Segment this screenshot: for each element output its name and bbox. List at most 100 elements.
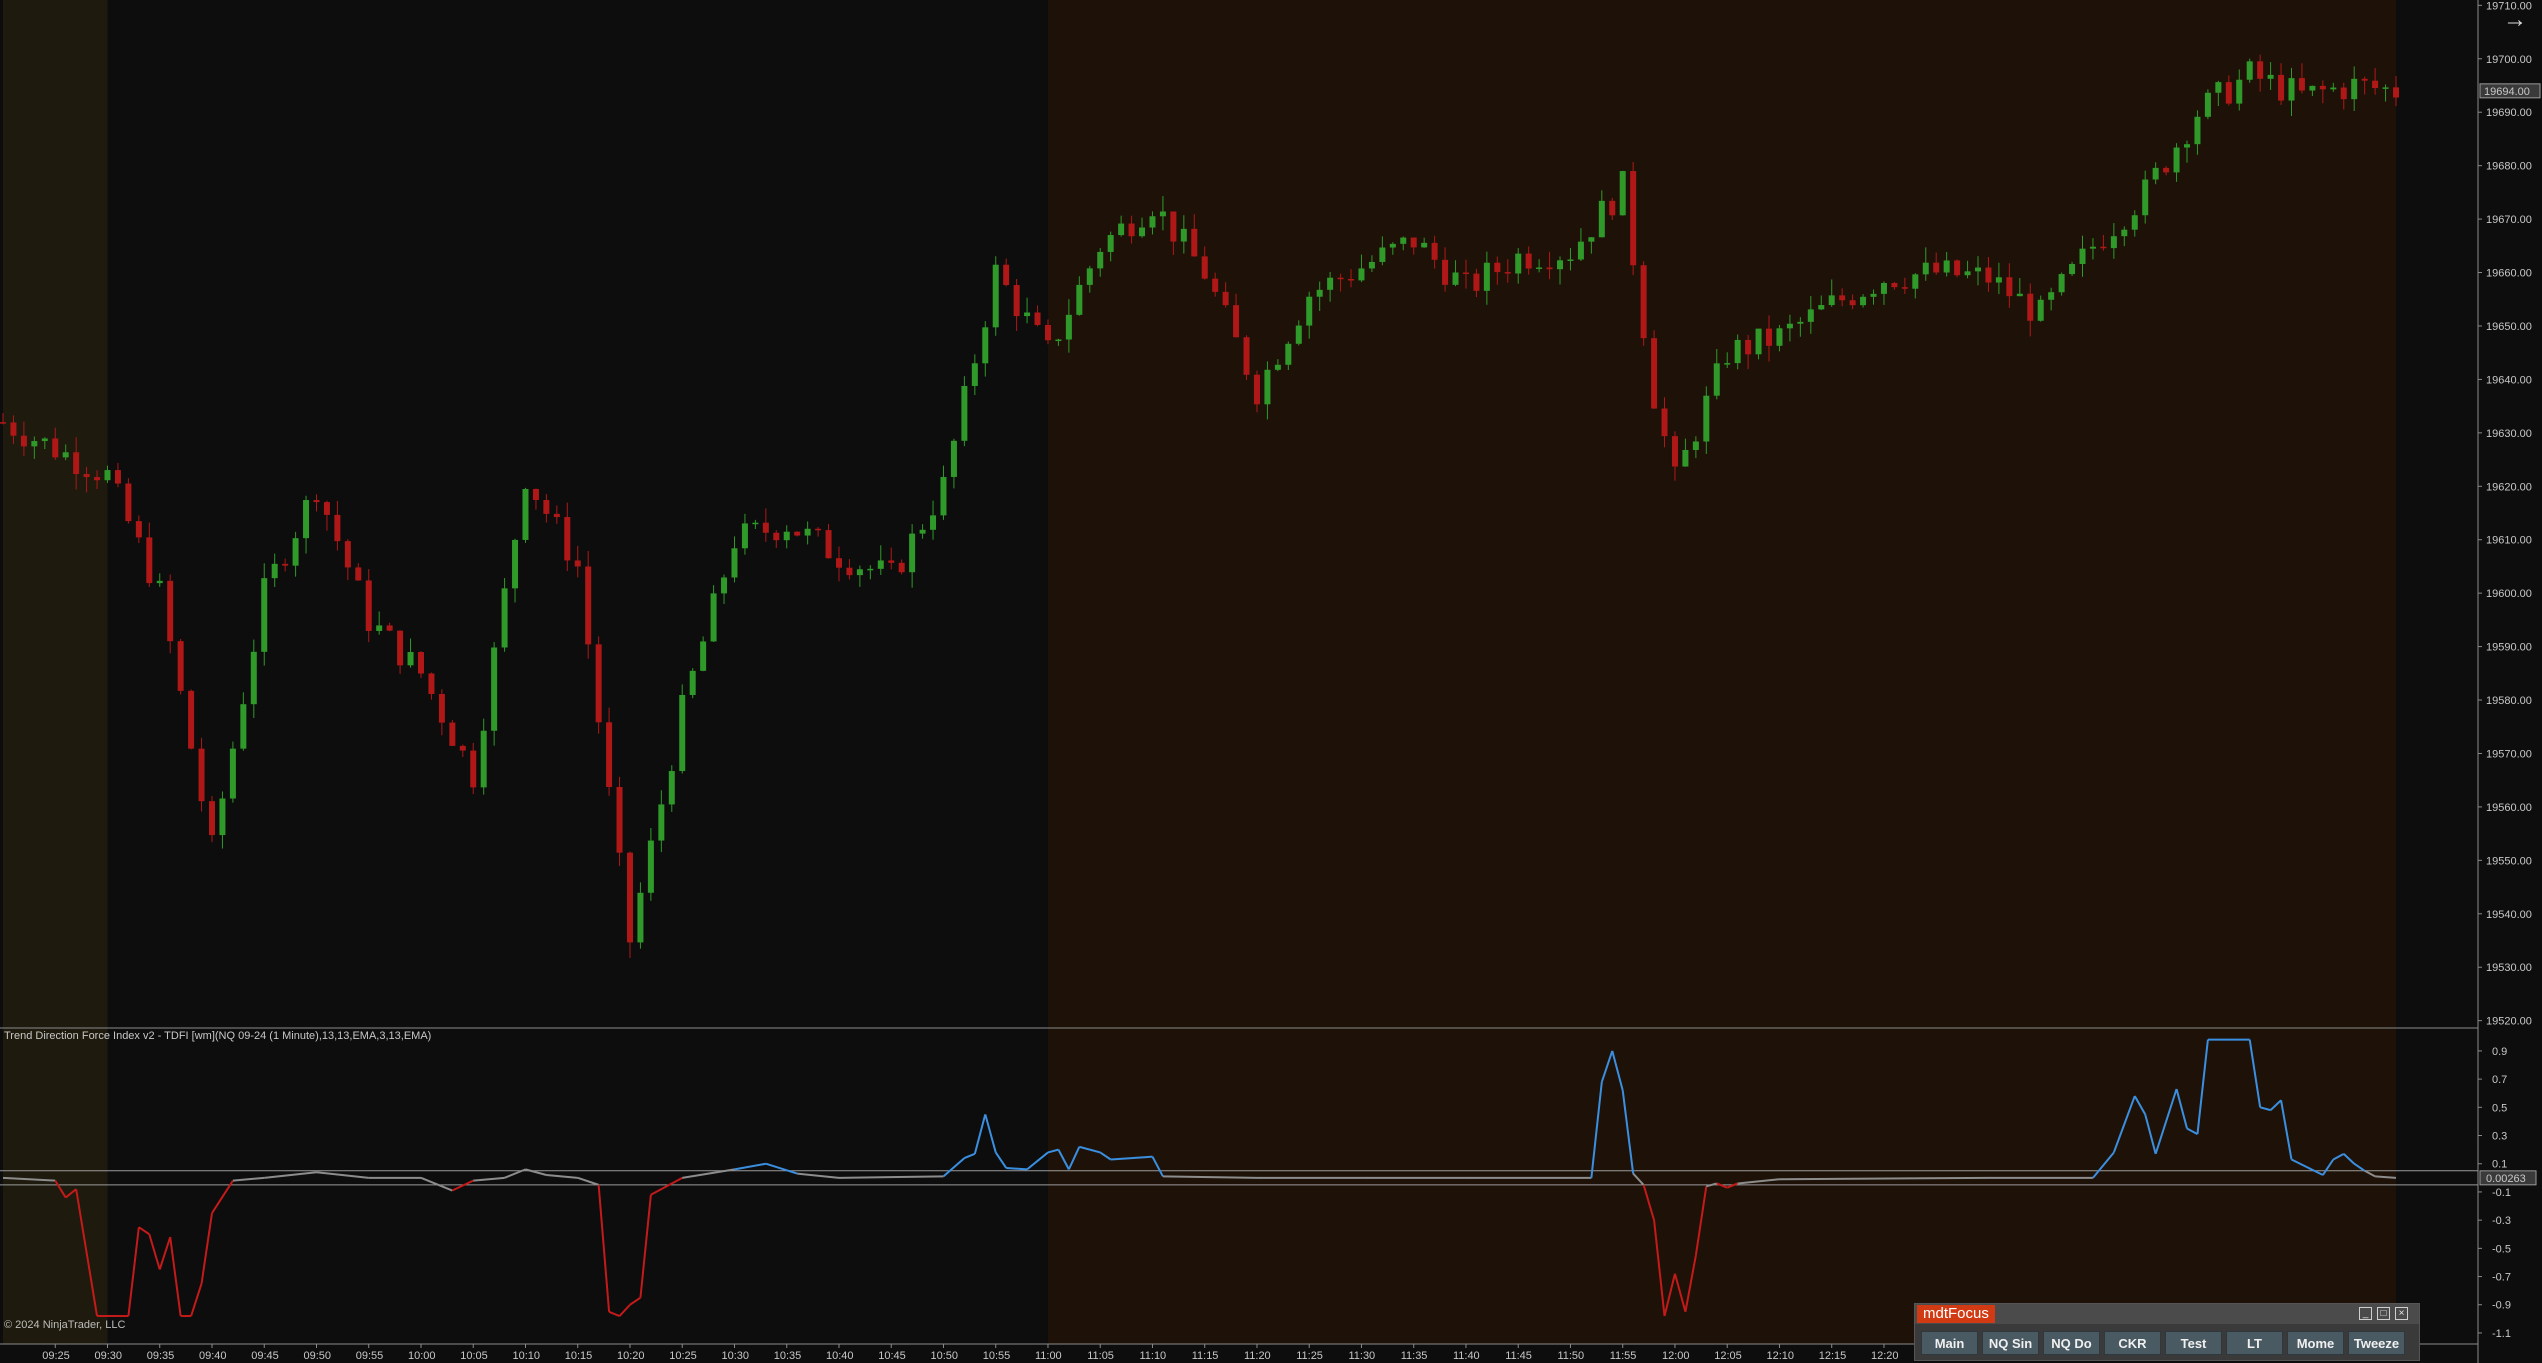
- time-tick-label: 11:40: [1453, 1350, 1480, 1362]
- candle-body: [1619, 171, 1626, 216]
- candle-body: [271, 563, 278, 579]
- time-tick-label: 11:00: [1035, 1350, 1062, 1362]
- main-button[interactable]: Main: [1921, 1331, 1978, 1355]
- candle-body: [1901, 287, 1908, 289]
- candle-body: [1546, 267, 1553, 270]
- candle-body: [1766, 328, 1773, 346]
- time-tick-label: 09:30: [94, 1350, 122, 1362]
- tdfi-segment: [127, 1227, 140, 1317]
- candle-body: [83, 473, 90, 478]
- price-tick-label: 19630.00: [2486, 428, 2532, 440]
- candle-body: [1086, 268, 1093, 285]
- indicator-tick-label: 0.5: [2492, 1102, 2507, 1114]
- time-tick-label: 11:30: [1348, 1350, 1375, 1362]
- candle-body: [2058, 274, 2065, 293]
- time-tick-label: 09:50: [303, 1350, 331, 1362]
- panel-header[interactable]: mdtFocus _ □ ×: [1915, 1304, 2419, 1324]
- candle-body: [491, 647, 498, 731]
- tweeze-button[interactable]: Tweeze: [2348, 1331, 2405, 1355]
- candle-body: [794, 531, 801, 536]
- candle-body: [2225, 82, 2232, 104]
- candle-body: [2288, 78, 2295, 101]
- candle-body: [1933, 262, 1940, 273]
- nq-sin-button[interactable]: NQ Sin: [1982, 1331, 2039, 1355]
- candle-body: [1640, 265, 1647, 339]
- time-tick-label: 10:55: [983, 1350, 1011, 1362]
- indicator-tick-label: -1.1: [2492, 1328, 2511, 1340]
- candle-body: [971, 363, 978, 386]
- tdfi-segment: [639, 1194, 652, 1298]
- candle-body: [407, 652, 414, 666]
- candle-body: [1494, 262, 1501, 273]
- candle-body: [470, 750, 477, 788]
- candle-body: [219, 798, 226, 836]
- time-tick-label: 10:20: [617, 1350, 645, 1362]
- candle-body: [2236, 79, 2243, 104]
- candle-body: [1389, 243, 1396, 248]
- candle-body: [2298, 78, 2305, 91]
- minimize-icon[interactable]: _: [2359, 1307, 2372, 1320]
- candle-body: [177, 641, 184, 691]
- candle-body: [1630, 171, 1637, 266]
- candle-body: [835, 558, 842, 568]
- tdfi-segment: [158, 1236, 172, 1270]
- candle-body: [1891, 283, 1898, 288]
- nq-do-button[interactable]: NQ Do: [2043, 1331, 2100, 1355]
- candle-body: [1264, 369, 1271, 405]
- candle-body: [1807, 309, 1814, 322]
- candle-body: [710, 593, 717, 642]
- candle-body: [877, 560, 884, 569]
- time-tick-label: 10:45: [878, 1350, 906, 1362]
- candle-body: [334, 514, 341, 542]
- candle-body: [31, 441, 38, 447]
- candle-body: [188, 690, 195, 749]
- candle-body: [522, 488, 529, 540]
- candle-body: [501, 588, 508, 648]
- price-tick-label: 19610.00: [2486, 535, 2532, 547]
- time-tick-label: 11:10: [1139, 1350, 1166, 1362]
- time-tick-label: 10:30: [721, 1350, 749, 1362]
- candle-body: [2173, 147, 2180, 173]
- price-tick-label: 19660.00: [2486, 268, 2532, 280]
- tdfi-segment: [984, 1114, 997, 1153]
- candle-body: [480, 730, 487, 788]
- candle-body: [1776, 328, 1783, 346]
- indicator-tick-label: 0.9: [2492, 1046, 2507, 1058]
- candle-body: [323, 502, 330, 515]
- mdtfocus-panel[interactable]: mdtFocus _ □ × Main NQ Sin NQ Do CKR Tes…: [1914, 1303, 2420, 1361]
- candle-body: [355, 567, 362, 581]
- candle-body: [1452, 272, 1459, 285]
- candle-body: [2194, 116, 2201, 145]
- candle-body: [1557, 260, 1564, 270]
- candle-body: [313, 500, 320, 503]
- candle-body: [1943, 260, 1950, 273]
- restore-icon[interactable]: □: [2377, 1307, 2390, 1320]
- candle-body: [512, 539, 519, 589]
- arrow-right-icon[interactable]: →: [2498, 8, 2532, 32]
- last-price-label: 19694.00: [2484, 86, 2530, 98]
- indicator-title: Trend Direction Force Index v2 - TDFI [w…: [4, 1030, 432, 1042]
- candle-body: [1692, 441, 1699, 450]
- ckr-button[interactable]: CKR: [2104, 1331, 2161, 1355]
- candle-body: [909, 533, 916, 573]
- candle-body: [773, 532, 780, 541]
- time-tick-label: 10:40: [826, 1350, 854, 1362]
- mome-button[interactable]: Mome: [2287, 1331, 2344, 1355]
- candle-body: [449, 722, 456, 746]
- test-button[interactable]: Test: [2165, 1331, 2222, 1355]
- candle-body: [574, 560, 581, 567]
- time-tick-label: 09:40: [199, 1350, 227, 1362]
- candle-body: [626, 852, 633, 943]
- candle-body: [1076, 284, 1083, 315]
- tdfi-segment: [232, 1176, 265, 1182]
- chart-canvas[interactable]: 19710.0019700.0019690.0019680.0019670.00…: [0, 0, 2542, 1363]
- close-icon[interactable]: ×: [2395, 1307, 2408, 1320]
- candle-body: [1755, 328, 1762, 355]
- candle-body: [2142, 179, 2149, 216]
- time-tick-label: 10:25: [669, 1350, 697, 1362]
- time-tick-label: 12:20: [1871, 1350, 1899, 1362]
- candle-body: [1797, 321, 1804, 324]
- candle-body: [1034, 312, 1041, 325]
- lt-button[interactable]: LT: [2226, 1331, 2283, 1355]
- candle-body: [846, 567, 853, 576]
